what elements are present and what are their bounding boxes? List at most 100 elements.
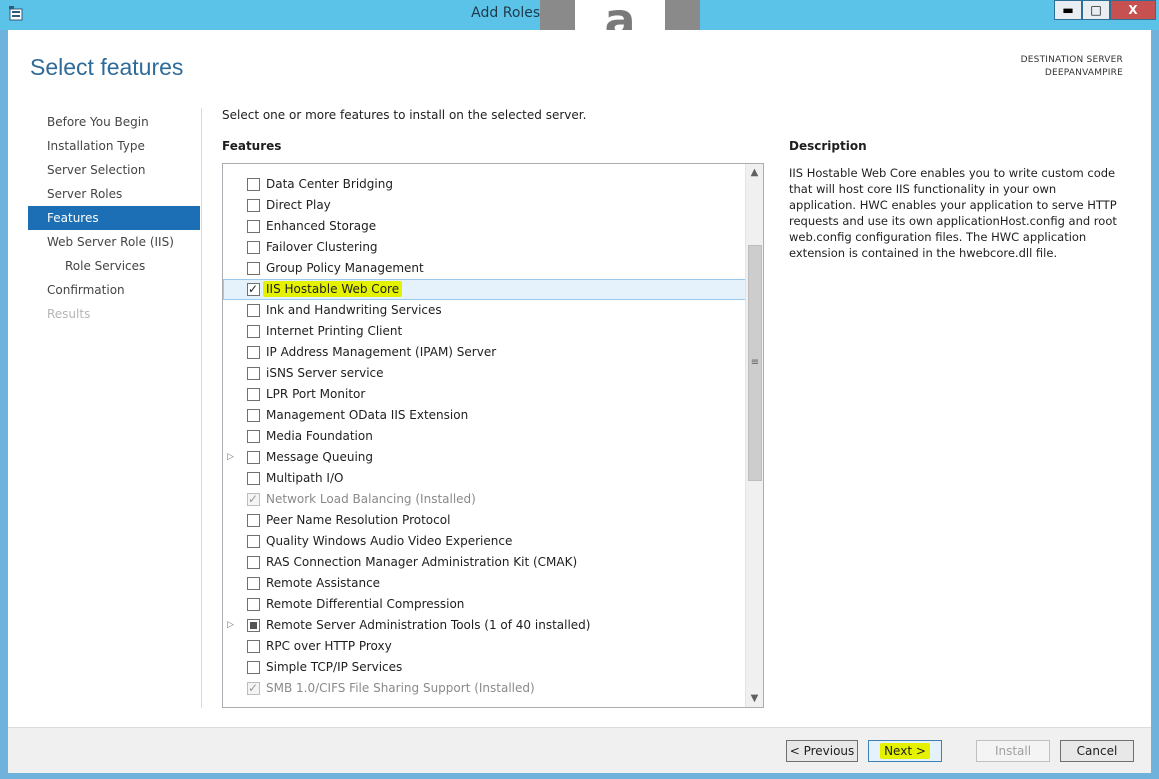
feature-row[interactable]: Data Center Bridging [223, 174, 746, 195]
nav-item[interactable]: Web Server Role (IIS) [28, 230, 200, 254]
feature-label: Ink and Handwriting Services [266, 303, 442, 317]
features-tree[interactable]: Data Center Bridging Direct Play Enhanced … [222, 163, 764, 708]
feature-row[interactable]: ▷ Message Queuing [223, 447, 746, 468]
feature-label: Message Queuing [266, 450, 374, 464]
feature-row[interactable]: Remote Differential Compression [223, 594, 746, 615]
nav-item[interactable]: Role Services [28, 254, 200, 278]
nav-item: Results [47, 307, 91, 321]
feature-label: Remote Server Administration Tools (1 of… [266, 618, 591, 632]
feature-checkbox[interactable] [247, 178, 260, 191]
feature-label-highlight: IIS Hostable Web Core [263, 281, 403, 297]
feature-checkbox[interactable] [247, 409, 260, 422]
nav-item[interactable]: Confirmation [28, 278, 200, 302]
feature-checkbox[interactable] [247, 388, 260, 401]
feature-row[interactable]: LPR Port Monitor [223, 384, 746, 405]
features-scrollbar[interactable]: ▲ ≡ ▼ [745, 164, 763, 707]
feature-checkbox [247, 489, 260, 510]
feature-label: Simple TCP/IP Services [266, 660, 403, 674]
feature-row[interactable]: Media Foundation [223, 426, 746, 447]
feature-row[interactable]: Simple TCP/IP Services [223, 657, 746, 678]
description-text: IIS Hostable Web Core enables you to wri… [789, 166, 1117, 260]
feature-row[interactable]: Ink and Handwriting Services [223, 300, 746, 321]
wizard-client-area: Select features DESTINATION SERVER DEEPA… [8, 30, 1151, 773]
nav-item[interactable]: Installation Type [28, 134, 200, 158]
feature-checkbox[interactable] [247, 220, 260, 233]
feature-checkbox[interactable] [247, 325, 260, 338]
cancel-button[interactable]: Cancel [1060, 740, 1134, 762]
nav-divider [201, 108, 202, 708]
feature-label: Network Load Balancing (Installed) [266, 492, 476, 506]
feature-label: Group Policy Management [266, 261, 424, 275]
expand-icon[interactable]: ▷ [227, 447, 237, 468]
nav-item[interactable]: Before You Begin [28, 110, 200, 134]
close-button[interactable]: X [1110, 0, 1156, 20]
scroll-thumb[interactable]: ≡ [748, 245, 762, 481]
feature-label: RPC over HTTP Proxy [266, 639, 392, 653]
feature-row[interactable]: RAS Connection Manager Administration Ki… [223, 552, 746, 573]
feature-row[interactable]: Enhanced Storage [223, 216, 746, 237]
feature-row[interactable]: Failover Clustering [223, 237, 746, 258]
feature-list: Data Center Bridging Direct Play Enhanced … [223, 174, 746, 699]
feature-checkbox[interactable] [247, 661, 260, 674]
nav-item[interactable]: Features [28, 206, 200, 230]
features-heading: Features [222, 139, 282, 153]
feature-label: Failover Clustering [266, 240, 378, 254]
feature-checkbox[interactable] [247, 346, 260, 359]
feature-row[interactable]: Quality Windows Audio Video Experience [223, 531, 746, 552]
feature-row[interactable]: IP Address Management (IPAM) Server [223, 342, 746, 363]
feature-row[interactable]: Management OData IIS Extension [223, 405, 746, 426]
feature-row[interactable]: ▷ Remote Server Administration Tools (1 o… [223, 615, 746, 636]
feature-row[interactable]: Peer Name Resolution Protocol [223, 510, 746, 531]
feature-row[interactable]: Remote Assistance [223, 573, 746, 594]
feature-checkbox[interactable] [247, 430, 260, 443]
feature-row[interactable]: Multipath I/O [223, 468, 746, 489]
feature-checkbox[interactable] [247, 262, 260, 275]
next-button-label: Next > [880, 743, 930, 759]
feature-checkbox[interactable] [247, 577, 260, 590]
feature-label: Management OData IIS Extension [266, 408, 469, 422]
feature-checkbox[interactable] [247, 472, 260, 485]
feature-checkbox[interactable] [247, 514, 260, 527]
feature-row[interactable]: Group Policy Management [223, 258, 746, 279]
feature-checkbox[interactable] [247, 556, 260, 569]
feature-checkbox[interactable] [247, 535, 260, 548]
feature-checkbox[interactable] [247, 241, 260, 254]
expand-icon[interactable]: ▷ [227, 615, 237, 636]
destination-label: DESTINATION SERVER [1020, 55, 1123, 65]
feature-label: iSNS Server service [266, 366, 384, 380]
feature-label: Multipath I/O [266, 471, 344, 485]
feature-label: IP Address Management (IPAM) Server [266, 345, 497, 359]
feature-row[interactable]: IIS Hostable Web Core [223, 279, 746, 300]
scroll-up-icon[interactable]: ▲ [746, 164, 763, 181]
next-button[interactable]: Next > [868, 740, 942, 762]
feature-row[interactable]: RPC over HTTP Proxy [223, 636, 746, 657]
feature-checkbox[interactable] [247, 619, 260, 632]
previous-button[interactable]: < Previous [786, 740, 858, 762]
feature-row[interactable]: Network Load Balancing (Installed) [223, 489, 746, 510]
description-heading: Description [789, 139, 867, 153]
feature-row[interactable]: SMB 1.0/CIFS File Sharing Support (Insta… [223, 678, 746, 699]
feature-row[interactable]: Direct Play [223, 195, 746, 216]
maximize-button[interactable]: □ [1082, 0, 1110, 20]
feature-checkbox[interactable] [247, 640, 260, 653]
minimize-button[interactable]: ▬ [1054, 0, 1082, 20]
feature-checkbox[interactable] [247, 199, 260, 212]
feature-checkbox[interactable] [247, 451, 260, 464]
feature-checkbox [247, 678, 260, 699]
install-button[interactable]: Install [976, 740, 1050, 762]
feature-checkbox[interactable] [247, 279, 260, 300]
feature-row[interactable]: Internet Printing Client [223, 321, 746, 342]
feature-label: Enhanced Storage [266, 219, 377, 233]
wizard-nav: Before You Begin Installation Type Server … [28, 110, 200, 326]
feature-checkbox[interactable] [247, 304, 260, 317]
scroll-down-icon[interactable]: ▼ [746, 690, 763, 707]
feature-checkbox[interactable] [247, 367, 260, 380]
feature-label: Media Foundation [266, 429, 373, 443]
feature-label: Direct Play [266, 198, 331, 212]
nav-item[interactable]: Server Roles [28, 182, 200, 206]
nav-item[interactable]: Server Selection [28, 158, 200, 182]
feature-row[interactable]: iSNS Server service [223, 363, 746, 384]
page-title: Select features [30, 54, 184, 80]
feature-checkbox[interactable] [247, 598, 260, 611]
feature-label: Quality Windows Audio Video Experience [266, 534, 513, 548]
